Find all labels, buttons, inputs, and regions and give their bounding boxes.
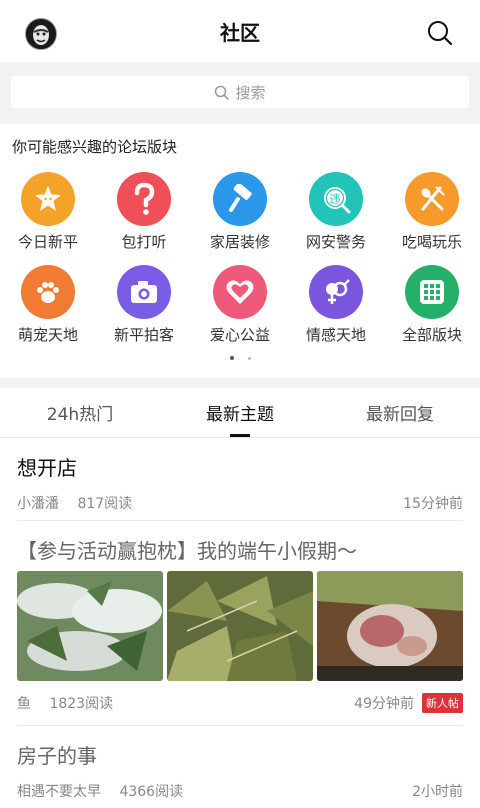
search-small-icon (215, 85, 230, 100)
post-time: 2小时前 (412, 784, 463, 800)
forum-item-all-boards[interactable]: 全部版块 (384, 265, 480, 346)
svg-text:违: 违 (330, 193, 341, 206)
post-reads: 817阅读 (77, 496, 133, 512)
post-image-zongzi-opened[interactable] (317, 571, 463, 681)
tab-latest-replies[interactable]: 最新回复 (320, 388, 480, 437)
forum-label: 爱心公益 (209, 326, 270, 344)
forum-label: 今日新平 (17, 233, 78, 251)
search-icon[interactable] (427, 20, 453, 46)
post-title[interactable]: 【参与活动赢抱枕】我的端午小假期～ (17, 521, 463, 567)
post-item[interactable]: 【参与活动赢抱枕】我的端午小假期～ 鱼 1823阅读 49分钟前 新人帖 (0, 521, 480, 725)
post-author: 小潘潘 (17, 496, 59, 512)
camera-icon (117, 265, 171, 319)
heart-icon (213, 265, 267, 319)
search-input[interactable]: 搜索 (11, 76, 469, 108)
post-image-zongzi-pile[interactable] (167, 571, 313, 681)
tab-24h-hot[interactable]: 24h热门 (0, 388, 160, 437)
post-reads: 4366阅读 (119, 784, 184, 800)
search-placeholder: 搜索 (235, 83, 266, 102)
post-reads: 1823阅读 (49, 696, 114, 712)
forum-item-relationships[interactable]: 情感天地 (288, 265, 384, 346)
post-author: 相遇不要太早 (17, 784, 101, 800)
section-divider (0, 378, 480, 388)
post-tabs: 24h热门 最新主题 最新回复 (0, 388, 480, 438)
post-meta: 小潘潘 817阅读 15分钟前 (17, 486, 463, 520)
forum-label: 新平拍客 (113, 326, 174, 344)
paint-roller-icon (213, 172, 267, 226)
avatar[interactable] (25, 18, 57, 50)
forum-item-ask-around[interactable]: 包打听 (96, 172, 192, 253)
new-user-badge: 新人帖 (422, 693, 463, 713)
fork-spoon-icon (405, 172, 459, 226)
police-badge-icon: 违 (309, 172, 363, 226)
page-dot-active[interactable] (229, 356, 234, 360)
forum-item-cyber-police[interactable]: 违 网安警务 (288, 172, 384, 253)
forum-item-pets[interactable]: 萌宠天地 (0, 265, 96, 346)
search-area: 搜索 (0, 62, 480, 124)
post-time: 49分钟前 (354, 696, 414, 712)
forum-item-photographers[interactable]: 新平拍客 (96, 265, 192, 346)
section-label: 你可能感兴趣的论坛版块 (12, 138, 178, 156)
forum-item-food-fun[interactable]: 吃喝玩乐 (384, 172, 480, 253)
page-dot[interactable] (247, 357, 251, 360)
post-author: 鱼 (17, 696, 31, 712)
post-image-zongzi-boiling[interactable] (17, 571, 163, 681)
post-meta: 相遇不要太早 4366阅读 2小时前 (17, 774, 463, 808)
forum-item-home-decor[interactable]: 家居装修 (192, 172, 288, 253)
gender-icon (309, 265, 363, 319)
forum-label: 网安警务 (305, 233, 366, 251)
question-mark-icon (117, 172, 171, 226)
forum-label: 萌宠天地 (17, 326, 78, 344)
paw-icon (21, 265, 75, 319)
post-item[interactable]: 房子的事 相遇不要太早 4366阅读 2小时前 (0, 726, 480, 808)
app-header: 社区 (0, 0, 480, 62)
post-images (17, 571, 463, 681)
post-title[interactable]: 想开店 (17, 438, 463, 486)
post-time: 15分钟前 (403, 496, 463, 512)
forum-label: 全部版块 (401, 326, 462, 344)
tab-latest-topics[interactable]: 最新主题 (160, 388, 320, 437)
forum-label: 包打听 (121, 233, 167, 251)
post-item[interactable]: 想开店 小潘潘 817阅读 15分钟前 (0, 438, 480, 520)
forum-item-today-xinping[interactable]: 今日新平 (0, 172, 96, 253)
page-title: 社区 (220, 20, 260, 45)
forum-label: 情感天地 (305, 326, 366, 344)
forum-label: 吃喝玩乐 (401, 233, 462, 251)
page-indicator (0, 346, 480, 378)
post-title[interactable]: 房子的事 (17, 726, 463, 774)
forum-item-charity[interactable]: 爱心公益 (192, 265, 288, 346)
post-meta: 鱼 1823阅读 49分钟前 新人帖 (17, 681, 463, 725)
forum-grid: 今日新平 包打听 家居装修 违 网安警务 吃喝玩乐 萌宠天地 新平拍客 爱心公益… (0, 164, 480, 346)
grid-icon (405, 265, 459, 319)
star-face-icon (21, 172, 75, 226)
forum-label: 家居装修 (209, 233, 270, 251)
